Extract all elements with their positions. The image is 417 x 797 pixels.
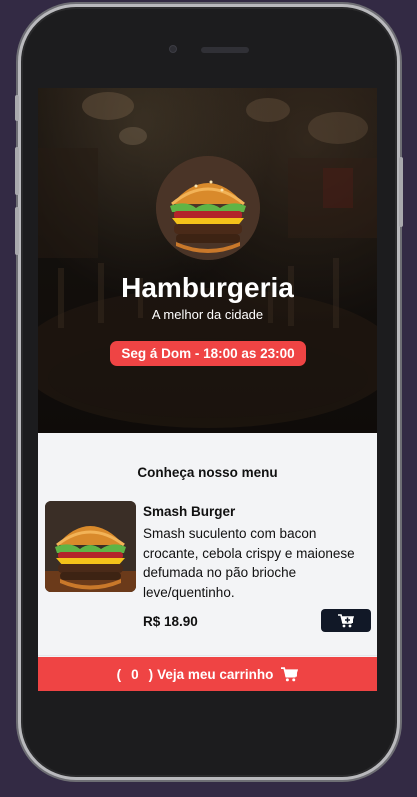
- hero-dark-overlay: [38, 88, 377, 433]
- app-screen: Hamburgeria A melhor da cidade Seg á Dom…: [38, 88, 377, 691]
- restaurant-logo: [156, 156, 260, 260]
- opening-hours-badge: Seg á Dom - 18:00 as 23:00: [110, 341, 306, 366]
- volume-up-button: [15, 147, 19, 195]
- restaurant-name: Hamburgeria: [121, 272, 294, 303]
- hero-header: Hamburgeria A melhor da cidade Seg á Dom…: [38, 88, 377, 433]
- restaurant-tagline: A melhor da cidade: [151, 307, 264, 322]
- volume-down-button: [15, 207, 19, 255]
- front-camera: [169, 45, 177, 53]
- menu-item-name: Smash Burger: [143, 504, 236, 519]
- cart-label: Veja meu carrinho: [157, 666, 274, 682]
- menu-heading: Conheça nosso menu: [137, 465, 278, 480]
- menu-item-price: R$ 18.90: [143, 614, 198, 629]
- menu-item-description: Smash suculento com bacon crocante, cebo…: [143, 526, 355, 600]
- divider: [38, 655, 377, 656]
- power-button: [399, 157, 403, 227]
- cart-count: 0: [131, 666, 139, 682]
- cart-icon: [281, 666, 299, 681]
- burger-photo-icon: [45, 501, 136, 592]
- add-to-cart-icon: [338, 613, 354, 627]
- view-cart-button[interactable]: ( 0 ) Veja meu carrinho: [38, 657, 377, 691]
- burger-logo-icon: [156, 156, 260, 260]
- cart-close-paren: ): [148, 666, 154, 682]
- mute-switch: [15, 95, 19, 121]
- earpiece-speaker: [201, 47, 249, 53]
- add-to-cart-button[interactable]: [321, 609, 371, 632]
- cart-open-paren: (: [116, 666, 122, 682]
- menu-item-image: [45, 501, 136, 592]
